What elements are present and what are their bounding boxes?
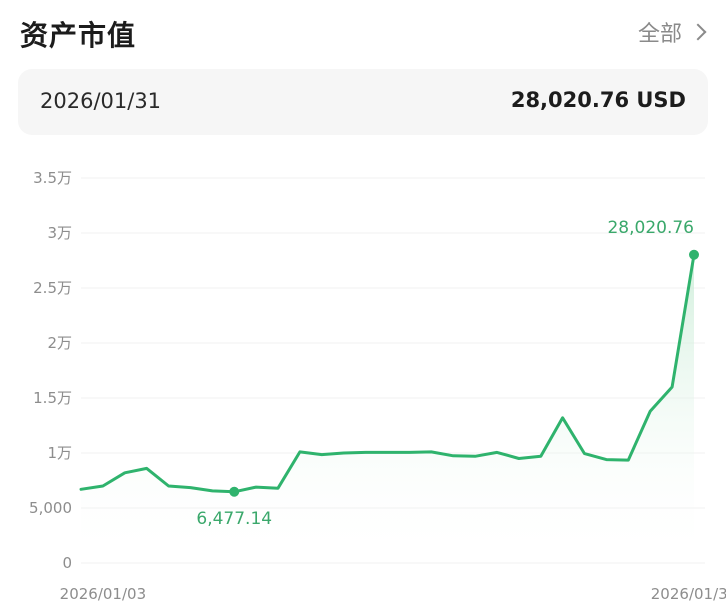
y-tick-label: 3.5万 (33, 169, 72, 187)
y-tick-label: 5,000 (29, 499, 72, 517)
asset-value-page: 资产市值 全部 2026/01/31 28,020.76 USD 0 5,000 1… (0, 0, 726, 612)
y-tick-label: 0 (62, 554, 72, 572)
y-tick-label: 2万 (47, 334, 72, 352)
area-fill (81, 254, 694, 564)
y-tick-label: 1.5万 (33, 389, 72, 407)
highlight-point (229, 486, 240, 497)
data-label: 28,020.76 (607, 218, 694, 238)
asset-value-chart: 0 5,000 1万 1.5万 2万 2.5万 3万 3.5万 2026/01/03 2026/0… (29, 169, 726, 603)
data-label: 6,477.14 (196, 509, 272, 529)
x-tick-label: 2026/01/31 (651, 585, 726, 603)
y-tick-label: 1万 (47, 444, 72, 462)
y-tick-label: 2.5万 (33, 279, 72, 297)
highlight-point (689, 249, 699, 260)
y-tick-label: 3万 (47, 224, 72, 242)
x-tick-label: 2026/01/03 (60, 585, 146, 603)
